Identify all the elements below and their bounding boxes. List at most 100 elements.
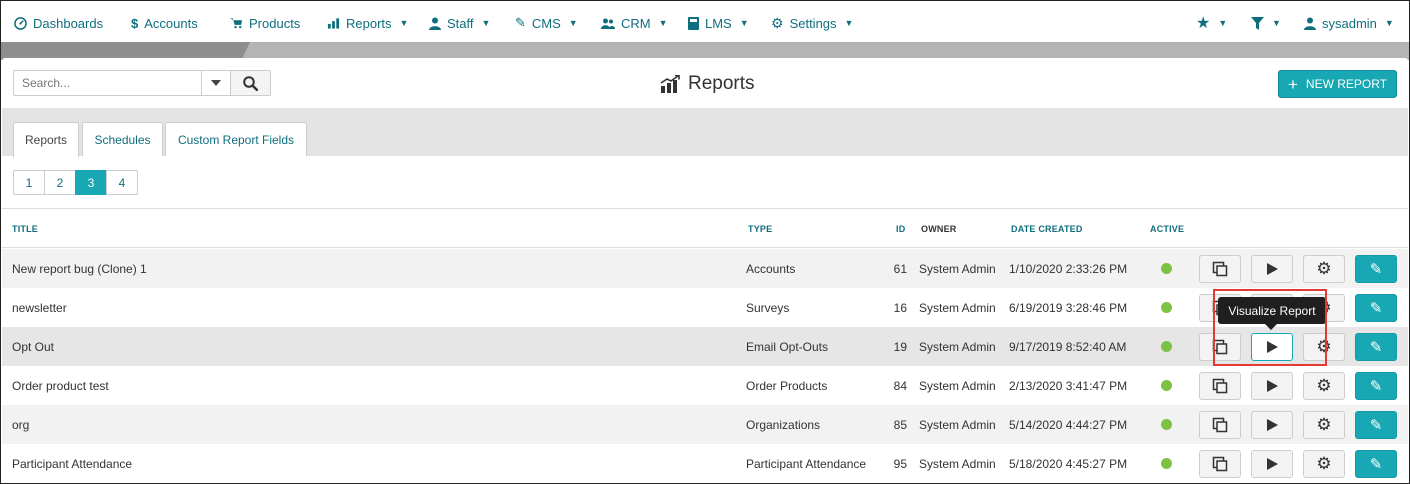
report-title: Order product test xyxy=(12,378,109,393)
clone-report-button[interactable] xyxy=(1199,411,1241,439)
report-owner: System Admin xyxy=(919,378,996,393)
clone-report-button[interactable] xyxy=(1199,333,1241,361)
search-icon xyxy=(243,75,258,91)
edit-report-button[interactable]: ✎ xyxy=(1355,294,1397,322)
favorites-menu[interactable]: ★ ▼ xyxy=(1196,14,1227,32)
visualize-report-button[interactable] xyxy=(1251,372,1293,400)
report-title: newsletter xyxy=(12,300,67,315)
report-settings-button[interactable]: ⚙ xyxy=(1303,411,1345,439)
tab-schedules[interactable]: Schedules xyxy=(82,122,163,156)
report-settings-button[interactable]: ⚙ xyxy=(1303,372,1345,400)
page-title-text: Reports xyxy=(688,73,755,94)
edit-report-button[interactable]: ✎ xyxy=(1355,255,1397,283)
new-report-button[interactable]: + NEW REPORT xyxy=(1278,70,1397,98)
active-status-dot xyxy=(1161,263,1172,274)
chart-growth-icon xyxy=(660,75,680,93)
pagination: 1 2 3 4 xyxy=(13,170,138,195)
page-3-button[interactable]: 3 xyxy=(75,170,107,195)
nav-staff[interactable]: Staff ▼ xyxy=(429,14,490,32)
gear-icon: ⚙ xyxy=(1316,454,1332,473)
group-icon xyxy=(601,18,615,29)
visualize-report-button[interactable] xyxy=(1251,333,1293,361)
copy-icon xyxy=(1212,261,1228,277)
clone-report-button[interactable] xyxy=(1199,372,1241,400)
visualize-report-button[interactable] xyxy=(1251,450,1293,478)
play-icon xyxy=(1266,419,1278,431)
nav-lms[interactable]: LMS ▼ xyxy=(688,14,749,32)
page-1-button[interactable]: 1 xyxy=(13,170,45,195)
tab-custom-report-fields[interactable]: Custom Report Fields xyxy=(165,122,307,156)
search-dropdown-button[interactable] xyxy=(201,70,231,96)
filter-menu[interactable]: ▼ xyxy=(1251,14,1281,32)
clone-report-button[interactable] xyxy=(1199,255,1241,283)
column-header-type[interactable]: TYPE xyxy=(748,224,772,234)
play-icon xyxy=(1266,380,1278,392)
nav-settings[interactable]: ⚙ Settings ▼ xyxy=(771,14,853,32)
pencil-icon: ✎ xyxy=(1369,300,1383,317)
column-header-title[interactable]: TITLE xyxy=(12,224,38,234)
report-date-created: 1/10/2020 2:33:26 PM xyxy=(1009,261,1128,276)
visualize-report-button[interactable] xyxy=(1251,411,1293,439)
report-type: Surveys xyxy=(746,300,790,315)
report-date-created: 5/18/2020 4:45:27 PM xyxy=(1009,456,1128,471)
gear-icon: ⚙ xyxy=(1316,259,1332,278)
play-icon xyxy=(1266,458,1278,470)
edit-report-button[interactable]: ✎ xyxy=(1355,372,1397,400)
report-settings-button[interactable]: ⚙ xyxy=(1303,450,1345,478)
search-button[interactable] xyxy=(230,70,271,96)
person-icon xyxy=(429,17,441,30)
nav-products[interactable]: Products xyxy=(230,14,300,32)
chevron-down-icon: ▼ xyxy=(844,18,854,28)
report-title: New report bug (Clone) 1 xyxy=(12,261,147,276)
gear-icon: ⚙ xyxy=(1316,415,1332,434)
column-header-owner: OWNER xyxy=(921,224,957,234)
book-icon xyxy=(688,16,699,30)
nav-products-label: Products xyxy=(249,15,301,31)
person-icon xyxy=(1304,17,1316,30)
dashboard-icon xyxy=(14,16,27,30)
nav-settings-label: Settings xyxy=(789,15,837,31)
copy-icon xyxy=(1212,339,1228,355)
page-2-button[interactable]: 2 xyxy=(44,170,76,195)
nav-reports[interactable]: Reports ▼ xyxy=(327,14,408,32)
nav-crm[interactable]: CRM ▼ xyxy=(601,14,668,32)
nav-reports-label: Reports xyxy=(346,15,392,31)
report-title: Opt Out xyxy=(12,339,55,354)
column-header-date-created[interactable]: DATE CREATED xyxy=(1011,224,1083,234)
table-row: org Organizations 85 System Admin 5/14/2… xyxy=(2,405,1408,444)
tooltip-text: Visualize Report xyxy=(1228,303,1316,318)
play-icon xyxy=(1266,263,1278,275)
edit-report-button[interactable]: ✎ xyxy=(1355,450,1397,478)
visualize-report-button[interactable] xyxy=(1251,255,1293,283)
page-title: Reports xyxy=(660,72,755,96)
nav-cms[interactable]: ✎ CMS ▼ xyxy=(515,14,578,32)
nav-dashboards[interactable]: Dashboards xyxy=(14,14,103,32)
column-header-active[interactable]: ACTIVE xyxy=(1150,224,1184,234)
report-type: Email Opt-Outs xyxy=(746,339,829,354)
report-id: 19 xyxy=(893,339,907,354)
edit-report-button[interactable]: ✎ xyxy=(1355,333,1397,361)
chevron-down-icon: ▼ xyxy=(481,18,491,28)
active-status-dot xyxy=(1161,419,1172,430)
chart-icon xyxy=(327,18,340,29)
chevron-down-icon: ▼ xyxy=(1384,18,1394,28)
user-name: sysadmin xyxy=(1322,15,1377,31)
clone-report-button[interactable] xyxy=(1199,450,1241,478)
gear-icon: ⚙ xyxy=(1316,376,1332,395)
page-4-button[interactable]: 4 xyxy=(106,170,138,195)
column-header-id[interactable]: ID xyxy=(896,224,905,234)
divider xyxy=(2,208,1408,209)
table-row: New report bug (Clone) 1 Accounts 61 Sys… xyxy=(2,249,1408,288)
edit-report-button[interactable]: ✎ xyxy=(1355,411,1397,439)
report-settings-button[interactable]: ⚙ xyxy=(1303,255,1345,283)
report-id: 84 xyxy=(893,378,907,393)
report-date-created: 2/13/2020 3:41:47 PM xyxy=(1009,378,1128,393)
tab-reports[interactable]: Reports xyxy=(13,122,79,157)
user-menu[interactable]: sysadmin ▼ xyxy=(1304,14,1394,32)
table-row: Participant Attendance Participant Atten… xyxy=(2,444,1408,483)
nav-accounts[interactable]: $ Accounts xyxy=(131,14,198,32)
table-row: Opt Out Email Opt-Outs 19 System Admin 9… xyxy=(2,327,1408,366)
chevron-down-icon: ▼ xyxy=(568,18,578,28)
search-input[interactable] xyxy=(13,70,201,96)
report-settings-button[interactable]: ⚙ xyxy=(1303,333,1345,361)
